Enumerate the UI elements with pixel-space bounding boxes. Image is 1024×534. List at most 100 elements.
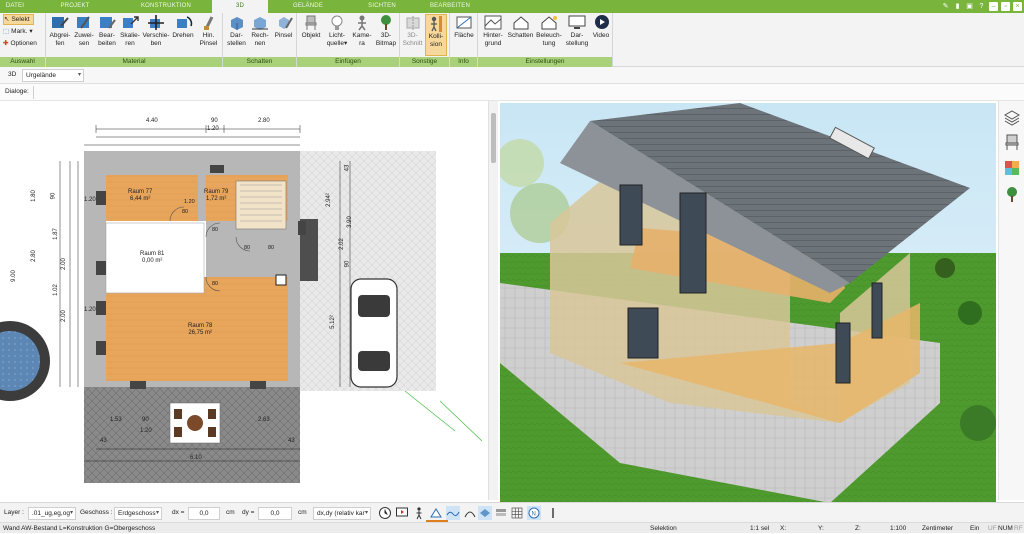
monitor-icon	[568, 15, 586, 29]
pin-icon[interactable]	[546, 506, 560, 520]
hintergrund-button[interactable]: Hinter-grund	[480, 14, 506, 47]
dx-input[interactable]: 0,0	[188, 507, 220, 520]
chevron-down-icon: ▾	[155, 510, 159, 516]
chair	[174, 409, 182, 419]
lichtquelle-button[interactable]: Licht-quelle▾	[324, 14, 350, 47]
schatten-rechnen-button[interactable]: Rech-nen	[249, 14, 271, 47]
status-x: X:	[780, 525, 787, 532]
zuweisen-button[interactable]: Zuwei-sen	[73, 14, 95, 47]
floor-plan-canvas[interactable]	[0, 101, 488, 500]
mark-button[interactable]: ⬚ Mark. ▾	[3, 26, 33, 37]
video-button[interactable]: Video	[591, 14, 611, 40]
layer-label: Layer :	[4, 509, 24, 516]
curve-icon[interactable]	[463, 506, 477, 520]
plan-vertical-scrollbar[interactable]	[488, 101, 498, 500]
dx-label: dx =	[172, 509, 185, 516]
hintergrund-pinsel-button[interactable]: Hin. Pinsel	[196, 14, 221, 47]
dimension-label: 80	[244, 245, 251, 251]
schatten-einstellungen-button[interactable]: Schatten	[507, 14, 534, 40]
walk-icon[interactable]	[412, 506, 426, 520]
save-icon[interactable]: ▣	[965, 2, 974, 11]
tree-icon	[381, 15, 391, 30]
abgreifen-button[interactable]: Abgrei-fen	[48, 14, 72, 47]
stack-icon[interactable]	[494, 506, 508, 520]
monitor-play-icon[interactable]	[395, 506, 409, 520]
plane-icon[interactable]	[478, 506, 492, 520]
tab-projekt[interactable]: PROJEKT	[44, 0, 106, 13]
group-title-auswahl: Auswahl	[0, 57, 45, 67]
geschoss-label: Geschoss :	[80, 509, 113, 516]
staircase[interactable]	[235, 180, 287, 230]
restore-icon[interactable]: ▫	[1001, 2, 1010, 11]
shadow-cube-icon	[230, 17, 243, 30]
geschoss-select[interactable]: Erdgeschoss ▾	[114, 507, 162, 520]
3d-scene[interactable]	[500, 103, 996, 502]
edit-material-icon	[100, 17, 116, 29]
drehen-button[interactable]: Drehen	[171, 14, 195, 40]
materials-icon[interactable]	[1003, 159, 1021, 177]
wave-snap-icon[interactable]	[446, 506, 460, 520]
document-icon[interactable]: ▮	[953, 2, 962, 11]
dimension-label: 1.53	[110, 417, 122, 423]
dimension-label: 1.20	[84, 197, 96, 203]
dy-input[interactable]: 0,0	[258, 507, 292, 520]
bearbeiten-button[interactable]: Bear-beiten	[96, 14, 118, 47]
plants-icon[interactable]	[1003, 185, 1021, 203]
status-y: Y:	[818, 525, 824, 532]
tab-gelaende[interactable]: GELÄNDE	[276, 0, 340, 13]
minimize-icon[interactable]: –	[989, 2, 998, 11]
beleuchtung-button[interactable]: Beleuch-tung	[535, 14, 563, 47]
north-icon[interactable]: N	[527, 506, 541, 520]
darstellung-button[interactable]: Dar-stellung	[564, 14, 590, 47]
group-info: Fläche Info	[450, 13, 478, 67]
dimension-label: 9.00	[10, 270, 17, 282]
tab-datei[interactable]: DATEI	[0, 0, 30, 13]
window-mark	[96, 301, 106, 315]
3d-view[interactable]	[500, 103, 996, 502]
tab-3d[interactable]: 3D	[212, 0, 268, 13]
terrain-select[interactable]: Urgelände ▾	[22, 69, 84, 82]
floor-plan-view[interactable]: Raum 77 6,44 m² Raum 79 1,72 m² Raum 81 0,0…	[0, 101, 488, 500]
dimension-label: 80	[212, 227, 219, 233]
shadow-brush-icon	[278, 17, 293, 29]
shrub	[960, 405, 996, 441]
help-icon[interactable]: ?	[977, 2, 986, 11]
tab-sichten[interactable]: SICHTEN	[352, 0, 412, 13]
dimension-label: 80	[182, 209, 189, 215]
chevron-down-icon: ▾	[77, 72, 81, 78]
coordinate-mode-select[interactable]: dx,dy (relativ kar ▾	[313, 507, 371, 520]
grid-icon[interactable]	[510, 506, 524, 520]
flaeche-button[interactable]: Fläche	[452, 14, 476, 40]
pen-icon[interactable]: ✎	[941, 2, 950, 11]
3d-schnitt-button[interactable]: 3D- Schnitt	[401, 14, 424, 47]
layer-select[interactable]: .01_ug,eg,og ▾	[28, 507, 76, 520]
3d-bitmap-button[interactable]: 3D- Bitmap	[374, 14, 398, 47]
layers-icon[interactable]	[1003, 109, 1021, 127]
kamera-button[interactable]: Kame-ra	[351, 14, 373, 47]
schatten-darstellen-button[interactable]: Dar-stellen	[225, 14, 248, 47]
dimension-label: 1.20	[140, 428, 152, 434]
selekt-button[interactable]: ↖ Selekt	[3, 14, 34, 25]
chair-catalog-icon[interactable]	[1003, 133, 1021, 151]
snap-icon[interactable]	[429, 506, 443, 520]
verschieben-button[interactable]: Verschie-ben	[142, 14, 170, 47]
window-mark	[250, 381, 266, 389]
schatten-pinsel-button[interactable]: Pinsel	[272, 14, 295, 40]
close-icon[interactable]: ×	[1013, 2, 1022, 11]
brush-icon	[77, 16, 90, 29]
tab-konstruktion[interactable]: KONSTRUKTION	[128, 0, 204, 13]
dimension-label: 43	[344, 164, 351, 172]
optionen-button[interactable]: ✚ Optionen	[3, 38, 37, 49]
window	[835, 322, 851, 384]
guide-line	[439, 400, 483, 442]
objekt-button[interactable]: Objekt	[299, 14, 323, 40]
window	[871, 282, 883, 339]
kollision-button[interactable]: Kolli-sion	[425, 14, 447, 56]
scrollbar-thumb[interactable]	[491, 113, 496, 163]
window	[627, 307, 659, 359]
skalieren-button[interactable]: Skalie-ren	[119, 14, 141, 47]
pipette-icon	[52, 17, 69, 28]
tab-bearbeiten[interactable]: BEARBEITEN	[418, 0, 482, 13]
clock-icon[interactable]	[378, 506, 392, 520]
window-mark	[96, 341, 106, 355]
